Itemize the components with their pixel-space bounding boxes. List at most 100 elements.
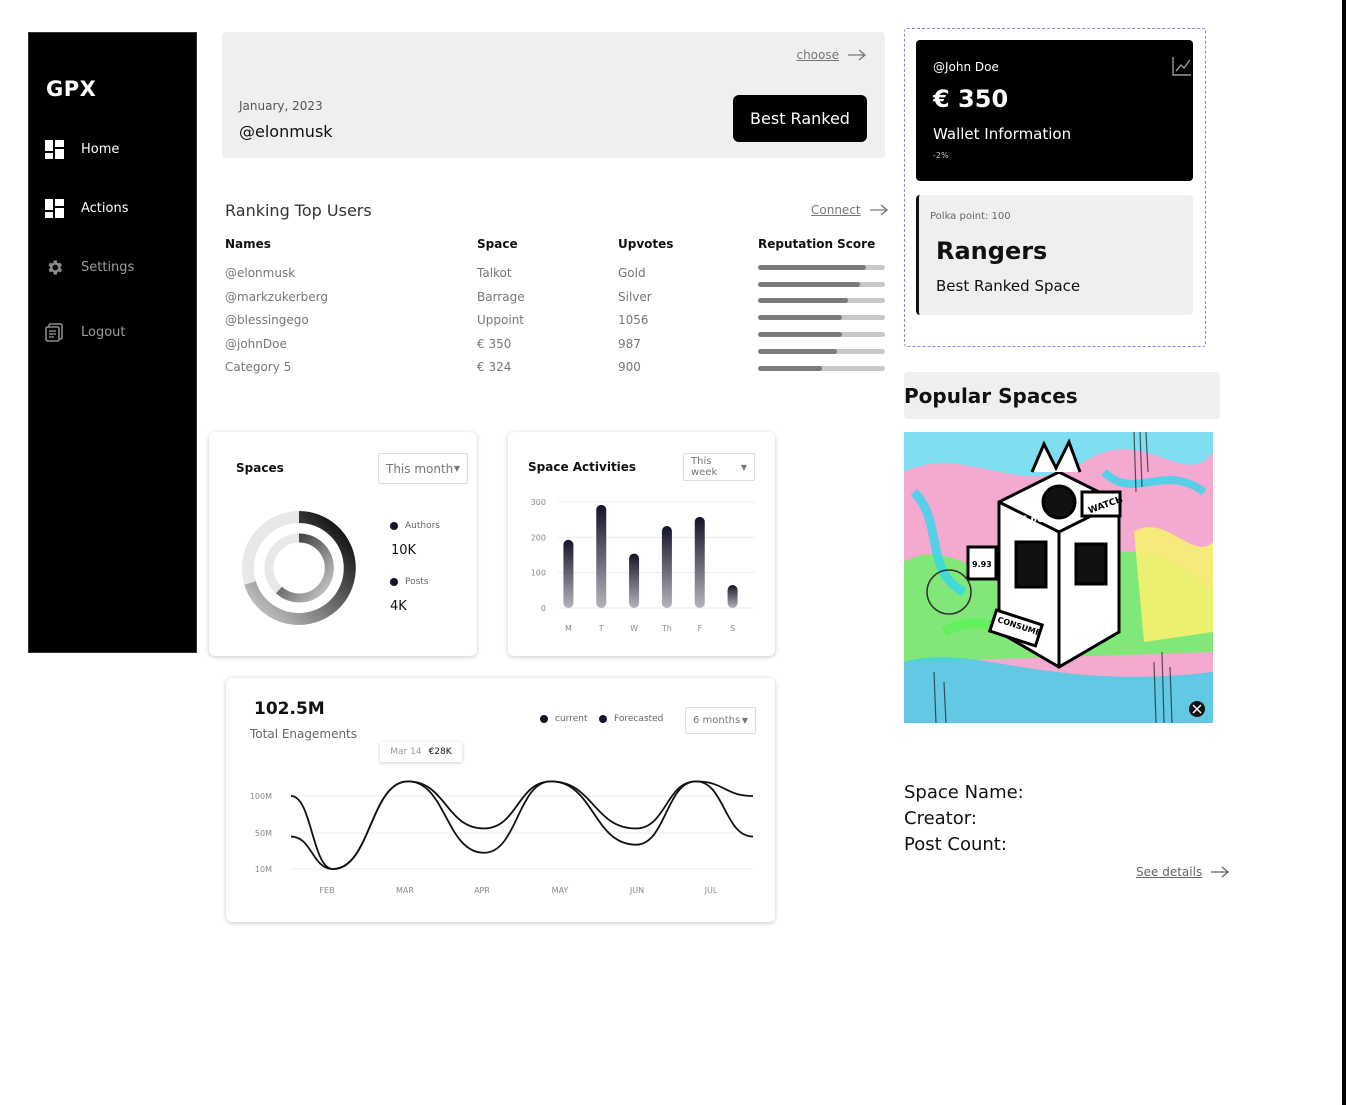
trend-chart-icon	[1172, 57, 1191, 76]
connect-link-label: Connect	[811, 203, 861, 217]
cell-space: € 324	[477, 360, 512, 374]
rangers-card[interactable]: Polka point: 100 Rangers Best Ranked Spa…	[916, 195, 1193, 315]
art-text: 9.93	[972, 560, 992, 569]
reputation-bar	[758, 315, 885, 320]
cell-space: Uppoint	[477, 313, 525, 327]
y-tick-label: 50M	[255, 829, 272, 838]
cell-upvotes: 900	[618, 360, 641, 374]
y-tick-label: 0	[541, 604, 546, 613]
legend-dot	[390, 578, 398, 586]
x-tick-label: S	[730, 624, 735, 633]
space-activities-bar-chart: 0 100 200 300 M T W Th F S	[531, 498, 755, 633]
cell-name: Category 5	[225, 360, 292, 374]
arrow-right-icon	[1211, 866, 1230, 878]
reputation-bar-fill	[758, 349, 837, 354]
bar	[563, 539, 574, 608]
select-value: This month	[386, 461, 454, 476]
engagement-line-chart: 10M 50M 100M FEB MAR APR MAY JUN JUL	[250, 780, 754, 895]
cell-upvotes: Silver	[618, 290, 652, 304]
wallet-change: -2%	[933, 151, 949, 160]
sidebar-item-label: Logout	[81, 325, 126, 340]
wallet-user: @John Doe	[933, 60, 999, 74]
cell-name: @johnDoe	[225, 337, 287, 351]
x-tick-label: F	[697, 624, 702, 633]
space-artwork-image[interactable]: WATCH 6.66 9.93 CONSUME	[904, 432, 1213, 723]
cell-upvotes: 987	[618, 337, 641, 351]
cell-space: Talkot	[477, 266, 512, 280]
wallet-card[interactable]: @John Doe € 350 Wallet Information -2%	[916, 40, 1193, 181]
dashboard-icon	[45, 140, 64, 159]
x-tick-label: APR	[474, 886, 490, 895]
reputation-bar	[758, 349, 885, 354]
dashboard-icon	[45, 199, 64, 218]
sidebar-item-home[interactable]: Home	[45, 140, 119, 159]
spaces-period-select[interactable]: This month ▼	[378, 453, 468, 484]
choose-link-label: choose	[796, 48, 839, 62]
see-details-link[interactable]: See details	[1136, 865, 1230, 879]
arrow-right-icon	[848, 49, 867, 61]
best-ranked-button[interactable]: Best Ranked	[733, 95, 867, 142]
bar	[661, 526, 672, 608]
sidebar-item-settings[interactable]: Settings	[45, 258, 134, 277]
sidebar-item-label: Home	[81, 142, 120, 157]
reputation-bar	[758, 282, 885, 287]
column-header-upvotes: Upvotes	[618, 237, 674, 251]
connect-link[interactable]: Connect	[811, 203, 889, 217]
app-logo: GPX	[46, 77, 97, 101]
legend-label: Authors	[405, 521, 440, 531]
cell-name: @elonmusk	[225, 266, 296, 280]
bar	[596, 504, 607, 608]
spaces-donut-chart	[242, 511, 356, 625]
cell-upvotes: 1056	[618, 313, 649, 327]
post-count-label: Post Count:	[904, 834, 1007, 855]
see-details-label: See details	[1136, 865, 1203, 879]
reputation-bar-fill	[758, 282, 860, 287]
wallet-label: Wallet Information	[933, 125, 1072, 143]
banner-username: @elonmusk	[239, 122, 333, 141]
y-tick-label: 10M	[255, 865, 272, 874]
column-header-reputation: Reputation Score	[758, 237, 876, 251]
choose-link[interactable]: choose	[796, 48, 867, 62]
featured-banner: choose January, 2023 @elonmusk Best Rank…	[222, 32, 885, 158]
reputation-bar-fill	[758, 298, 849, 303]
x-tick-label: M	[565, 624, 572, 633]
y-tick-label: 100	[531, 569, 546, 578]
legend-label: Posts	[405, 577, 429, 587]
reputation-bar-fill	[758, 366, 822, 371]
rangers-title: Rangers	[936, 237, 1048, 265]
popular-spaces-title: Popular Spaces	[904, 384, 1078, 408]
sidebar-item-actions[interactable]: Actions	[45, 199, 129, 218]
series-line	[290, 780, 754, 870]
cell-space: Barrage	[477, 290, 525, 304]
column-header-space: Space	[477, 237, 518, 251]
cell-name: @blessingego	[225, 313, 309, 327]
art-text: 6.66	[1021, 515, 1043, 525]
spaces-card-title: Spaces	[236, 461, 284, 475]
sidebar-item-logout[interactable]: Logout	[45, 323, 126, 342]
column-header-names: Names	[225, 237, 271, 251]
x-tick-label: Th	[661, 624, 672, 633]
x-tick-label: JUN	[629, 886, 644, 895]
cell-space: € 350	[477, 337, 512, 351]
bar	[629, 553, 640, 608]
cell-name: @markzukerberg	[225, 290, 329, 304]
legend-authors: Authors	[390, 521, 440, 531]
authors-count: 10K	[391, 543, 417, 558]
ranking-title: Ranking Top Users	[225, 201, 372, 220]
wallet-amount: € 350	[933, 85, 1009, 113]
banner-date: January, 2023	[239, 99, 323, 113]
x-tick-label: JUL	[704, 886, 718, 895]
x-tick-label: FEB	[319, 886, 334, 895]
reputation-bar	[758, 265, 885, 270]
arrow-right-icon	[869, 204, 888, 216]
cell-upvotes: Gold	[618, 266, 646, 280]
y-tick-label: 100M	[250, 792, 272, 801]
spaces-card: Spaces This month ▼ Authors 10K Posts 4K	[209, 432, 477, 656]
reputation-bar-fill	[758, 265, 866, 270]
window-edge	[1342, 0, 1346, 1105]
total-engagement-card: 102.5M Total Enagements current Forecast…	[226, 678, 775, 922]
document-icon	[45, 323, 64, 342]
x-tick-label: W	[630, 624, 638, 633]
posts-count: 4K	[390, 599, 407, 614]
y-tick-label: 300	[531, 498, 546, 507]
